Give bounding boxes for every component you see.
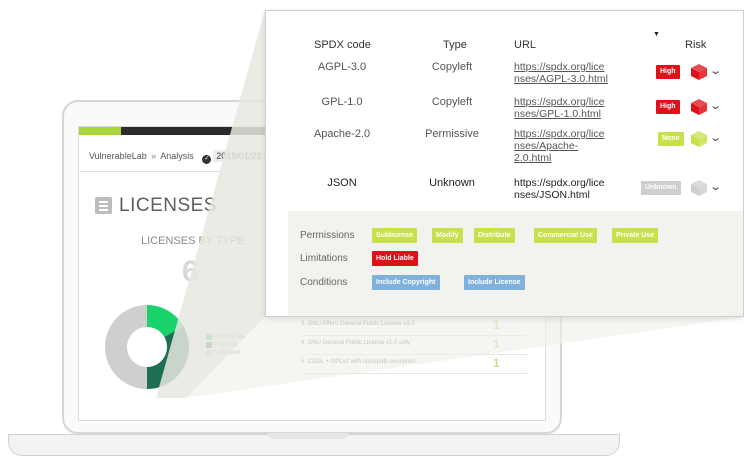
license-tag: Hold Liable <box>372 251 418 266</box>
url-link-line: nses/Apache- <box>514 140 579 152</box>
license-tag: Include Copyright <box>372 275 440 290</box>
legend-swatch <box>206 342 212 348</box>
legend-label: Copyleft <box>215 342 238 348</box>
license-tag: Private Use <box>612 228 659 243</box>
list-item-label: 4. GNU General Public License v1.0 only <box>301 340 411 346</box>
type-cell: Copyleft <box>431 96 473 108</box>
list-item[interactable]: 4. GNU General Public License v1.0 only 1 <box>301 336 527 355</box>
list-item-count: 1 <box>493 337 500 351</box>
url-link-line: https://spdx.org/lice <box>514 128 605 140</box>
legend-swatch <box>206 350 212 356</box>
header-risk[interactable]: Risk <box>685 39 706 51</box>
url-link[interactable]: https://spdx.org/lice nses/Apache- 2.0.htm… <box>514 128 610 164</box>
type-cell: Copyleft <box>431 61 473 73</box>
spdx-code-cell: AGPL-3.0 <box>317 61 367 73</box>
license-list: 3. GNU Affero General Public License v3.… <box>301 317 527 374</box>
legend-item: Permissive <box>206 333 244 341</box>
app-topbar-accent <box>79 127 121 135</box>
check-circle-icon: ✓ <box>202 155 212 164</box>
donut-slice-unknown[interactable] <box>105 305 147 389</box>
risk-cube-icon <box>691 64 707 80</box>
risk-badge: High <box>656 65 680 79</box>
total-licenses-count: 6 <box>182 255 199 288</box>
donut-slice-copyleft[interactable] <box>147 326 189 389</box>
list-item-label: 3. GNU Affero General Public License v3.… <box>301 321 415 327</box>
breadcrumb-project[interactable]: VulnerableLab <box>89 151 147 161</box>
legend-item: Unknown <box>206 349 244 357</box>
type-cell: Unknown <box>429 177 475 189</box>
spdx-code-cell: GPL-1.0 <box>321 96 363 108</box>
url-link-line: nses/AGPL-3.0.html <box>514 73 608 85</box>
page-title: LICENSES <box>119 195 217 216</box>
permissions-label: Permissions <box>300 230 355 241</box>
spdx-code-cell: JSON <box>327 177 357 189</box>
license-tag: Modify <box>432 228 463 243</box>
expand-chevron-icon[interactable]: ⌄ <box>709 64 722 77</box>
license-tag: Include License <box>464 275 525 290</box>
url-link-line: 2.0.html <box>514 152 552 164</box>
legend-label: Unknown <box>215 350 241 356</box>
licenses-donut-chart <box>105 305 189 389</box>
risk-cube-icon <box>691 180 707 196</box>
url-link[interactable]: https://spdx.org/lice nses/GPL-1.0.html <box>514 96 610 120</box>
license-details-box: Permissions Sublicense Modify Distribute Co… <box>288 211 743 316</box>
license-tag: Distribute <box>474 228 515 243</box>
license-detail-zoom-panel: SPDX code Type URL ▼ Risk AGPL-3.0 Copyle… <box>265 10 744 317</box>
risk-badge: Unknown <box>641 181 681 195</box>
chart-legend: Permissive Copyleft Unknown <box>206 333 244 357</box>
expand-chevron-icon[interactable]: ⌄ <box>709 131 722 144</box>
list-item[interactable]: 3. GNU Affero General Public License v3.… <box>301 317 527 336</box>
breadcrumb-section[interactable]: Analysis <box>160 151 194 161</box>
legend-swatch <box>206 334 212 340</box>
license-row[interactable]: JSON Unknown https://spdx.org/lice nses/JSO… <box>266 177 743 215</box>
risk-badge: None <box>658 132 684 146</box>
risk-badge: High <box>656 100 680 114</box>
url-link-line: nses/GPL-1.0.html <box>514 108 601 120</box>
list-item-label: 5. CDDL + GPLv2 with classpath exception <box>301 359 416 365</box>
expand-chevron-icon[interactable]: ⌄ <box>709 180 722 193</box>
license-tag: Sublicense <box>372 228 417 243</box>
license-row[interactable]: Apache-2.0 Permissive https://spdx.org/lic… <box>266 128 743 166</box>
breadcrumb: VulnerableLab » Analysis ✓ 2019/01/23 17:… <box>89 150 290 164</box>
caret-down-icon[interactable]: ▼ <box>653 31 660 38</box>
header-type[interactable]: Type <box>443 39 467 51</box>
license-row[interactable]: AGPL-3.0 Copyleft https://spdx.org/lice nse… <box>266 61 743 99</box>
url-link-line: nses/JSON.html <box>514 189 590 201</box>
conditions-label: Conditions <box>300 277 348 288</box>
limitations-label: Limitations <box>300 253 348 264</box>
header-spdx-code[interactable]: SPDX code <box>314 39 371 51</box>
marketing-illustration: VulnerableLab » Analysis ✓ 2019/01/23 17:… <box>0 0 744 456</box>
chart-title: LICENSES BY TYPE <box>141 235 245 247</box>
url-link[interactable]: https://spdx.org/lice nses/AGPL-3.0.html <box>514 61 610 85</box>
risk-cube-icon <box>691 99 707 115</box>
risk-cube-icon <box>691 131 707 147</box>
url-link-line: https://spdx.org/lice <box>514 177 605 189</box>
header-url[interactable]: URL <box>514 39 536 51</box>
menu-list-icon <box>95 197 112 214</box>
expand-chevron-icon[interactable]: ⌄ <box>709 99 722 112</box>
list-item[interactable]: 5. CDDL + GPLv2 with classpath exception… <box>301 355 527 374</box>
url-link-line: https://spdx.org/lice <box>514 61 605 73</box>
type-cell: Permissive <box>425 128 479 140</box>
license-tag: Commercial Use <box>534 228 597 243</box>
list-item-count: 1 <box>493 356 500 370</box>
breadcrumb-separator: » <box>151 151 157 161</box>
legend-item: Copyleft <box>206 341 244 349</box>
list-item-count: 1 <box>493 318 500 332</box>
legend-label: Permissive <box>215 334 245 340</box>
spdx-code-cell: Apache-2.0 <box>313 128 371 140</box>
url-link[interactable]: https://spdx.org/lice nses/JSON.html <box>514 177 610 201</box>
url-link-line: https://spdx.org/lice <box>514 96 605 108</box>
laptop-notch <box>268 433 348 439</box>
